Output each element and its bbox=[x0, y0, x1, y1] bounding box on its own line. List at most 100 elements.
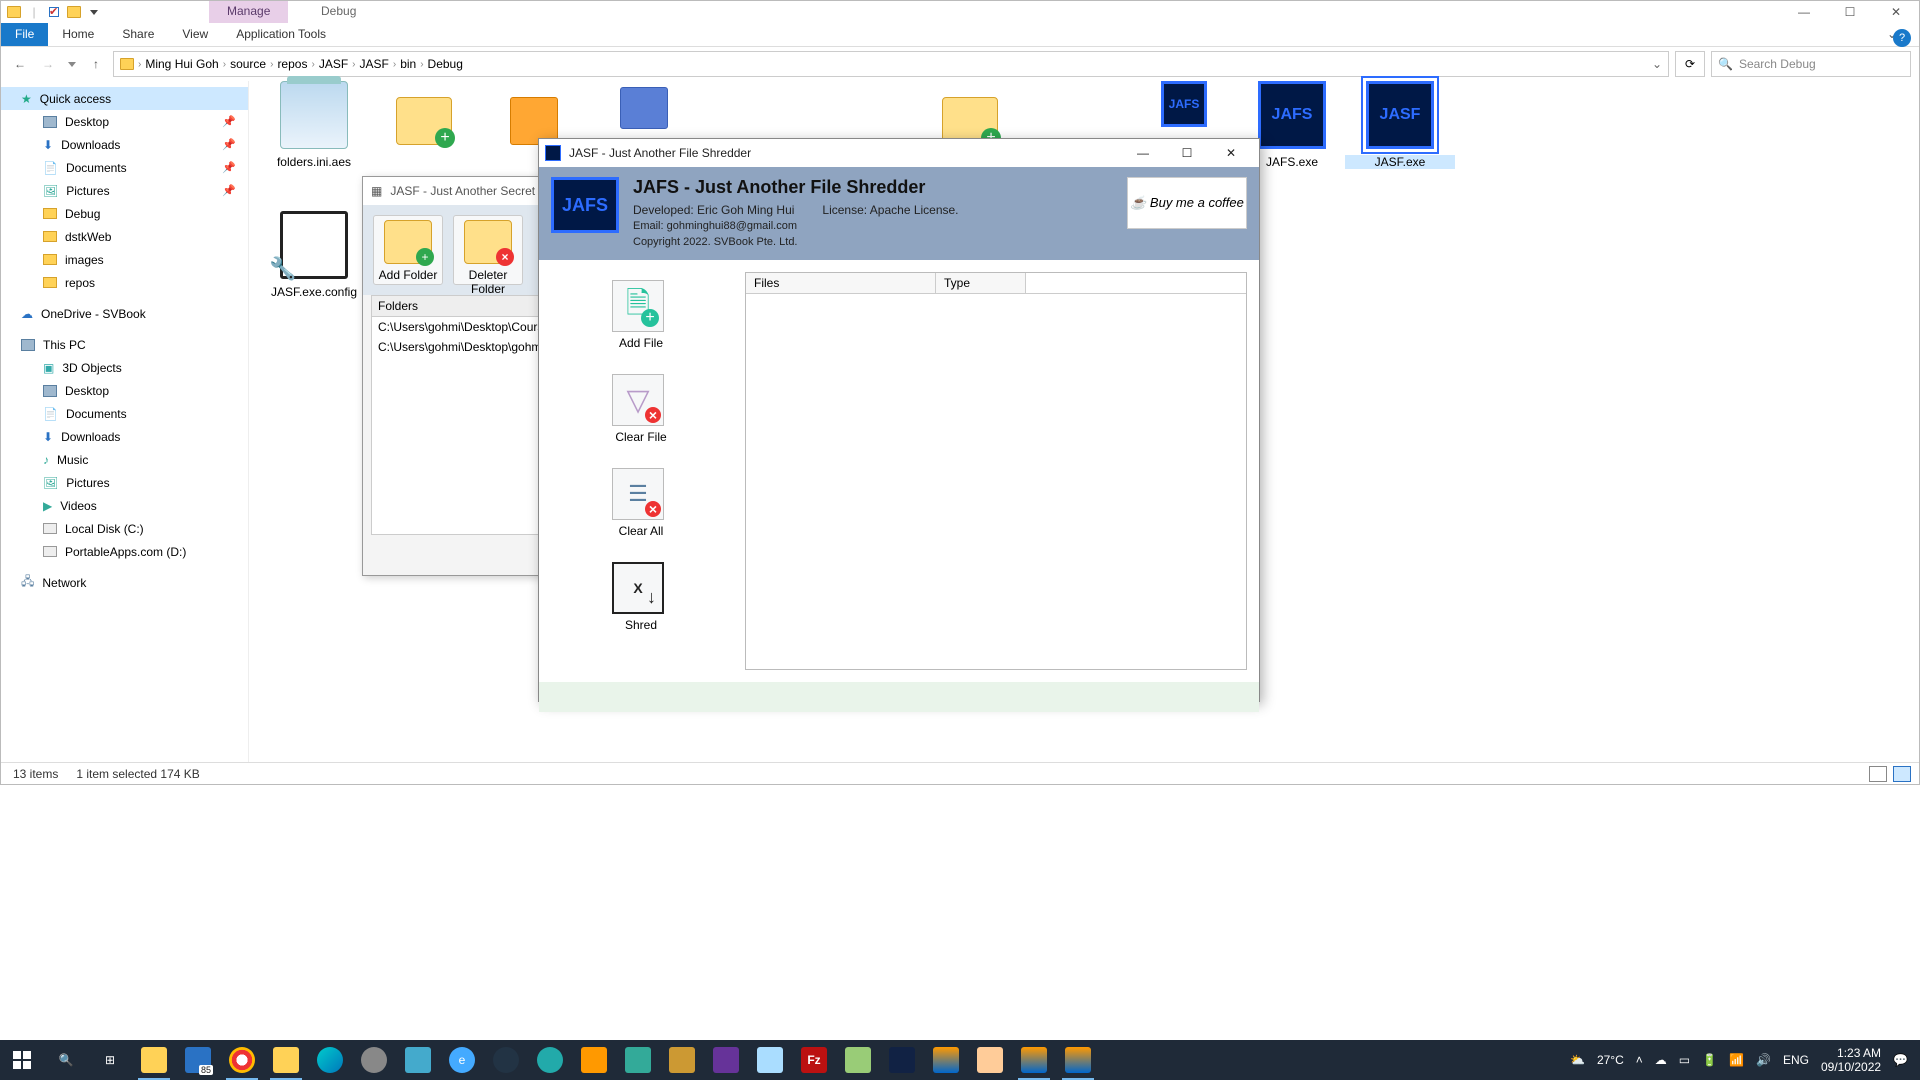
tree-downloads2[interactable]: ⬇Downloads bbox=[1, 425, 248, 448]
taskbar-app4[interactable] bbox=[528, 1040, 572, 1080]
taskbar-explorer[interactable] bbox=[132, 1040, 176, 1080]
taskbar-edge[interactable] bbox=[308, 1040, 352, 1080]
add-file-button[interactable]: 🗎 Add File bbox=[612, 280, 670, 350]
tray-onedrive-icon[interactable]: ☁ bbox=[1655, 1053, 1667, 1067]
taskbar-app3[interactable] bbox=[484, 1040, 528, 1080]
view-details-button[interactable] bbox=[1869, 766, 1887, 782]
file-item[interactable]: JASF.exe.config bbox=[259, 211, 369, 299]
taskbar-app6[interactable] bbox=[616, 1040, 660, 1080]
explorer-close-button[interactable]: ✕ bbox=[1873, 1, 1919, 23]
tray-volume-icon[interactable]: 🔊 bbox=[1756, 1053, 1771, 1067]
tree-dstkweb[interactable]: dstkWeb bbox=[1, 225, 248, 248]
tray-clock[interactable]: 1:23 AM 09/10/2022 bbox=[1821, 1046, 1881, 1075]
taskbar[interactable]: 🔍 ⊞ 85 e Fz ⛅ 27°C ˄ ☁ ▭ 🔋 📶 🔊 ENG 1:23 … bbox=[0, 1040, 1920, 1080]
taskbar-app10[interactable] bbox=[924, 1040, 968, 1080]
breadcrumb-seg[interactable]: JASF bbox=[319, 57, 348, 71]
tree-desktop[interactable]: Desktop📌 bbox=[1, 110, 248, 133]
breadcrumb-seg[interactable]: JASF bbox=[360, 57, 389, 71]
breadcrumb-seg[interactable]: Debug bbox=[428, 57, 463, 71]
taskbar-app8[interactable] bbox=[836, 1040, 880, 1080]
nav-back-button[interactable]: ← bbox=[9, 53, 31, 75]
tree-documents[interactable]: 📄Documents📌 bbox=[1, 156, 248, 179]
jafs-window[interactable]: JASF - Just Another File Shredder — ☐ ✕ … bbox=[538, 138, 1260, 702]
tree-network[interactable]: 🖧Network bbox=[1, 571, 248, 594]
nav-up-button[interactable]: ↑ bbox=[85, 53, 107, 75]
ribbon-tab-apptools[interactable]: Application Tools bbox=[222, 23, 340, 46]
shred-button[interactable]: X↓ Shred bbox=[612, 562, 670, 632]
jafs-maximize-button[interactable]: ☐ bbox=[1165, 139, 1209, 167]
taskbar-folder[interactable] bbox=[264, 1040, 308, 1080]
clear-file-button[interactable]: ▽ Clear File bbox=[612, 374, 670, 444]
jafs-minimize-button[interactable]: — bbox=[1121, 139, 1165, 167]
tree-downloads[interactable]: ⬇Downloads📌 bbox=[1, 133, 248, 156]
tray-expand-icon[interactable]: ˄ bbox=[1636, 1053, 1643, 1067]
refresh-button[interactable]: ⟳ bbox=[1675, 51, 1705, 77]
taskbar-app1[interactable] bbox=[352, 1040, 396, 1080]
tree-music[interactable]: ♪Music bbox=[1, 448, 248, 471]
tray-lang[interactable]: ENG bbox=[1783, 1053, 1809, 1067]
tree-videos[interactable]: ▶Videos bbox=[1, 494, 248, 517]
taskbar-chrome[interactable] bbox=[220, 1040, 264, 1080]
ribbon-tab-share[interactable]: Share bbox=[108, 23, 168, 46]
explorer-minimize-button[interactable]: — bbox=[1781, 1, 1827, 23]
start-button[interactable] bbox=[0, 1040, 44, 1080]
taskbar-app7[interactable] bbox=[660, 1040, 704, 1080]
jafs-titlebar[interactable]: JASF - Just Another File Shredder — ☐ ✕ bbox=[539, 139, 1259, 167]
weather-icon[interactable]: ⛅ bbox=[1570, 1053, 1585, 1067]
view-icons-button[interactable] bbox=[1893, 766, 1911, 782]
add-folder-button[interactable]: Add Folder bbox=[373, 215, 443, 285]
tree-quick-access[interactable]: ★Quick access bbox=[1, 87, 248, 110]
nav-tree[interactable]: ★Quick access Desktop📌 ⬇Downloads📌 📄Docu… bbox=[1, 81, 249, 762]
tree-3dobjects[interactable]: ▣3D Objects bbox=[1, 356, 248, 379]
taskbar-notepad[interactable] bbox=[748, 1040, 792, 1080]
context-tab-manage[interactable]: Manage bbox=[209, 1, 288, 23]
tree-images[interactable]: images bbox=[1, 248, 248, 271]
tree-onedrive[interactable]: ☁OneDrive - SVBook bbox=[1, 302, 248, 325]
tree-portable[interactable]: PortableApps.com (D:) bbox=[1, 540, 248, 563]
qat-folder-icon[interactable] bbox=[5, 3, 23, 21]
breadcrumb[interactable]: › Ming Hui Goh› source› repos› JASF› JAS… bbox=[113, 51, 1669, 77]
breadcrumb-seg[interactable]: Ming Hui Goh bbox=[145, 57, 218, 71]
tray-notifications-icon[interactable]: 💬 bbox=[1893, 1053, 1908, 1067]
delete-folder-button[interactable]: Deleter Folder bbox=[453, 215, 523, 285]
taskbar-ie[interactable]: e bbox=[440, 1040, 484, 1080]
search-input[interactable]: 🔍 Search Debug bbox=[1711, 51, 1911, 77]
taskbar-filezilla[interactable]: Fz bbox=[792, 1040, 836, 1080]
qat-folder2-icon[interactable] bbox=[65, 3, 83, 21]
taskbar-app12[interactable] bbox=[1056, 1040, 1100, 1080]
file-item[interactable] bbox=[369, 97, 479, 151]
file-item[interactable]: folders.ini.aes bbox=[259, 81, 369, 169]
taskbar-app9[interactable] bbox=[880, 1040, 924, 1080]
buy-coffee-button[interactable]: ☕ Buy me a coffee bbox=[1127, 177, 1247, 229]
explorer-maximize-button[interactable]: ☐ bbox=[1827, 1, 1873, 23]
tree-repos[interactable]: repos bbox=[1, 271, 248, 294]
file-item[interactable]: JAFS bbox=[1129, 81, 1239, 133]
tree-localdisk[interactable]: Local Disk (C:) bbox=[1, 517, 248, 540]
tree-thispc[interactable]: This PC bbox=[1, 333, 248, 356]
tree-documents2[interactable]: 📄Documents bbox=[1, 402, 248, 425]
clear-all-button[interactable]: ☰ Clear All bbox=[612, 468, 670, 538]
taskbar-app5[interactable] bbox=[572, 1040, 616, 1080]
tree-pictures[interactable]: 🖼Pictures📌 bbox=[1, 179, 248, 202]
taskbar-vs[interactable] bbox=[704, 1040, 748, 1080]
weather-temp[interactable]: 27°C bbox=[1597, 1053, 1624, 1067]
tree-pictures2[interactable]: 🖼Pictures bbox=[1, 471, 248, 494]
file-item-selected[interactable]: JASF JASF.exe bbox=[1345, 81, 1455, 169]
tree-debug[interactable]: Debug bbox=[1, 202, 248, 225]
breadcrumb-dropdown-icon[interactable]: ⌄ bbox=[1652, 57, 1662, 71]
ribbon-expand-icon[interactable]: ⌄ bbox=[1865, 23, 1919, 46]
ribbon-tab-view[interactable]: View bbox=[168, 23, 222, 46]
search-button[interactable]: 🔍 bbox=[44, 1040, 88, 1080]
col-files[interactable]: Files bbox=[746, 273, 936, 293]
taskbar-app11[interactable] bbox=[1012, 1040, 1056, 1080]
taskbar-app2[interactable] bbox=[396, 1040, 440, 1080]
taskview-button[interactable]: ⊞ bbox=[88, 1040, 132, 1080]
jafs-close-button[interactable]: ✕ bbox=[1209, 139, 1253, 167]
taskbar-mail[interactable]: 85 bbox=[176, 1040, 220, 1080]
jafs-file-list[interactable]: Files Type bbox=[745, 272, 1247, 670]
breadcrumb-seg[interactable]: source bbox=[230, 57, 266, 71]
nav-recent-button[interactable] bbox=[65, 53, 79, 75]
tree-desktop2[interactable]: Desktop bbox=[1, 379, 248, 402]
nav-forward-button[interactable]: → bbox=[37, 53, 59, 75]
breadcrumb-seg[interactable]: bin bbox=[400, 57, 416, 71]
